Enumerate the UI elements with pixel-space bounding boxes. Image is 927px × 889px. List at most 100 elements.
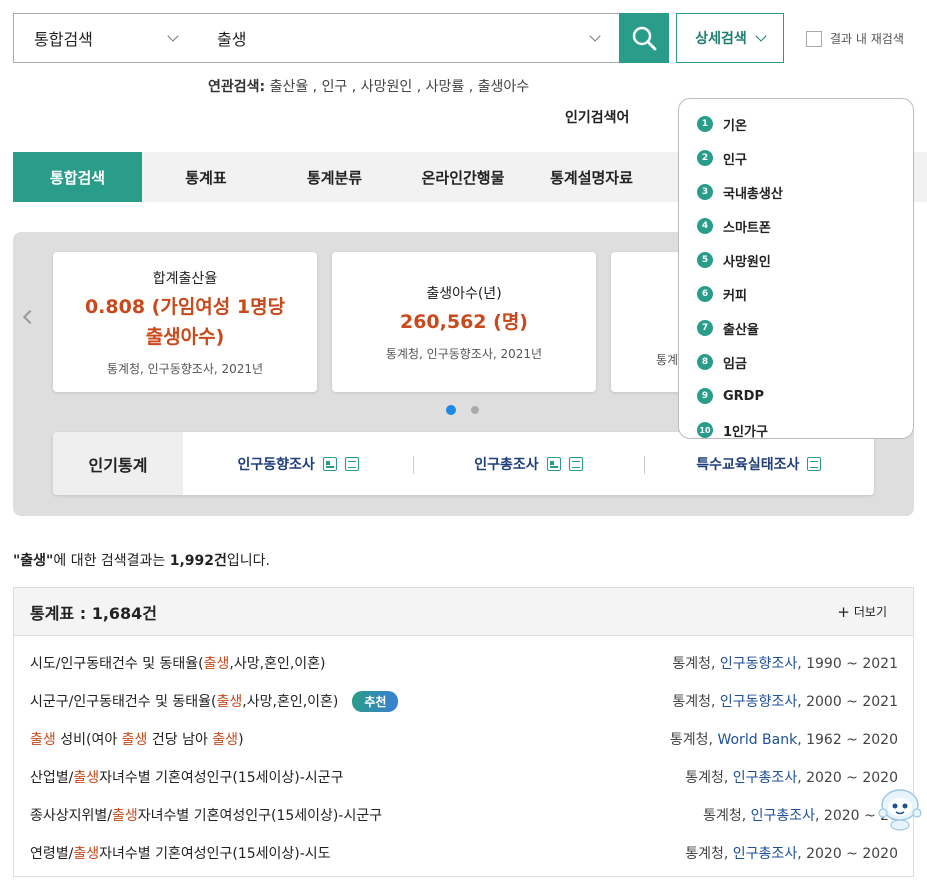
popular-term-label: 스마트폰 — [723, 220, 771, 236]
popular-stat-name[interactable]: 특수교육실태조사 — [696, 454, 799, 474]
rank-badge: 8 — [697, 354, 713, 370]
detail-search-button[interactable]: 상세검색 — [676, 13, 784, 63]
rank-badge: 7 — [697, 320, 713, 336]
related-term[interactable]: 사망원인 — [361, 79, 413, 95]
table-row[interactable]: 출생 성비(여아 출생 건당 남아 출생) 통계청, World Bank, 1… — [30, 728, 898, 750]
tab-integrated[interactable]: 통합검색 — [13, 152, 142, 202]
related-term[interactable]: 인구 — [322, 79, 348, 95]
popular-term[interactable]: 9 GRDP — [697, 379, 895, 413]
more-button[interactable]: + 더보기 — [837, 603, 887, 621]
chevron-down-icon — [589, 29, 601, 42]
tab-online-publications[interactable]: 온라인간행물 — [399, 152, 527, 202]
popular-term[interactable]: 7 출산율 — [697, 311, 895, 345]
search-button[interactable] — [619, 13, 669, 63]
related-term[interactable]: 출생아수 — [478, 79, 530, 95]
stat-card[interactable]: 합계출산율 0.808 (가임여성 1명당 출생아수) 통계청, 인구동향조사,… — [53, 252, 317, 392]
row-source: 통계청, 인구총조사, 2020 ~ 20 — [703, 808, 898, 824]
popular-stat-name[interactable]: 인구동향조사 — [238, 454, 315, 474]
row-source: 통계청, 인구총조사, 2020 ~ 2020 — [685, 846, 898, 862]
chatbot-mascot-icon[interactable] — [875, 783, 925, 831]
recommend-badge: 추천 — [352, 690, 399, 712]
tab-stat-tables[interactable]: 통계표 — [142, 152, 270, 202]
stat-card-source: 통계 — [656, 352, 679, 367]
popular-stat-item[interactable]: 특수교육실태조사 — [643, 454, 874, 474]
popular-term[interactable]: 4 스마트폰 — [697, 209, 895, 243]
chevron-left-icon[interactable] — [22, 309, 38, 325]
table-row[interactable]: 연령별/출생자녀수별 기혼여성인구(15세이상)-시도 통계청, 인구총조사, … — [30, 842, 898, 864]
document-icon[interactable] — [344, 456, 359, 471]
popular-stats-label: 인기통계 — [53, 432, 183, 495]
row-source: 통계청, 인구총조사, 2020 ~ 2020 — [685, 770, 898, 786]
row-title[interactable]: 산업별/출생자녀수별 기혼여성인구(15세이상)-시군구 — [30, 767, 343, 787]
survey-link[interactable]: 인구총조사 — [733, 846, 797, 862]
summary-text: 입니다. — [226, 553, 271, 569]
search-input-value: 출생 — [217, 30, 247, 49]
stat-card-value: 0.808 (가임여성 1명당 출생아수) — [84, 295, 286, 348]
row-title[interactable]: 종사상지위별/출생자녀수별 기혼여성인구(15세이상)-시군구 — [30, 805, 382, 825]
chevron-down-icon — [167, 29, 179, 42]
survey-link[interactable]: 인구동향조사 — [720, 694, 797, 710]
search-input[interactable]: 출생 — [197, 13, 620, 63]
popular-term[interactable]: 2 인구 — [697, 141, 895, 175]
popular-term[interactable]: 8 임금 — [697, 345, 895, 379]
popular-term[interactable]: 1 기온 — [697, 107, 895, 141]
related-term[interactable]: 사망률 — [426, 79, 465, 95]
results-header: 통계표 : 1,684건 — [30, 603, 158, 623]
survey-link[interactable]: 인구총조사 — [751, 808, 815, 824]
table-row[interactable]: 시도/인구동태건수 및 동태율(출생,사망,혼인,이혼) 통계청, 인구동향조사… — [30, 652, 898, 674]
related-label: 연관검색 — [208, 79, 260, 95]
popular-term[interactable]: 6 커피 — [697, 277, 895, 311]
table-row[interactable]: 산업별/출생자녀수별 기혼여성인구(15세이상)-시군구 통계청, 인구총조사,… — [30, 766, 898, 788]
stat-table-results: 통계표 : 1,684건 + 더보기 시도/인구동태건수 및 동태율(출생,사망,… — [13, 587, 914, 877]
row-title[interactable]: 시군구/인구동태건수 및 동태율(출생,사망,혼인,이혼) 추천 — [30, 690, 399, 712]
popular-term-label: 커피 — [723, 288, 747, 304]
detail-search-label: 상세검색 — [695, 31, 747, 47]
recheck-toggle[interactable]: 결과 내 재검색 — [806, 30, 904, 47]
rank-badge: 9 — [697, 388, 713, 404]
plus-icon: + — [837, 602, 850, 621]
popular-stat-item[interactable]: 인구동향조사 — [183, 454, 413, 474]
popular-term-label: 기온 — [723, 118, 747, 134]
survey-link[interactable]: World Bank — [717, 732, 797, 748]
recheck-checkbox[interactable] — [806, 30, 822, 47]
related-term[interactable]: 출산율 — [270, 79, 309, 95]
survey-link[interactable]: 인구동향조사 — [720, 656, 797, 672]
popular-searches-label[interactable]: 인기검색어 — [565, 107, 629, 127]
tab-stat-descriptions[interactable]: 통계설명자료 — [527, 152, 656, 202]
stat-card-title: 출생아수(년) — [426, 285, 502, 302]
popular-term-label: 인구 — [723, 152, 747, 168]
carousel-dot[interactable] — [471, 406, 479, 414]
survey-link[interactable]: 인구총조사 — [733, 770, 797, 786]
stat-card-title: 합계출산율 — [152, 270, 218, 287]
stat-card-source: 통계청, 인구동향조사, 2021년 — [385, 346, 543, 361]
popular-term[interactable]: 3 국내총생산 — [697, 175, 895, 209]
search-scope-select[interactable]: 통합검색 — [13, 13, 198, 63]
stat-card[interactable]: 출생아수(년) 260,562 (명) 통계청, 인구동향조사, 2021년 — [332, 252, 596, 392]
rank-badge: 1 — [697, 116, 713, 132]
popular-stat-name[interactable]: 인구총조사 — [474, 454, 538, 474]
document-icon[interactable] — [807, 456, 822, 471]
tab-stat-classification[interactable]: 통계분류 — [270, 152, 399, 202]
rank-badge: 3 — [697, 184, 713, 200]
carousel-dot-active[interactable] — [446, 405, 456, 415]
summary-query: "출생" — [13, 553, 54, 569]
chevron-down-icon — [755, 29, 767, 42]
search-icon — [632, 26, 657, 51]
summary-count: 1,992건 — [169, 553, 227, 569]
rank-badge: 2 — [697, 150, 713, 166]
more-label: 더보기 — [853, 605, 887, 619]
table-row[interactable]: 종사상지위별/출생자녀수별 기혼여성인구(15세이상)-시군구 통계청, 인구총… — [30, 804, 898, 826]
row-title[interactable]: 출생 성비(여아 출생 건당 남아 출생) — [30, 729, 244, 749]
row-title[interactable]: 연령별/출생자녀수별 기혼여성인구(15세이상)-시도 — [30, 843, 331, 863]
popular-term-label: 국내총생산 — [723, 186, 783, 202]
popular-search-dropdown: 1 기온 2 인구 3 국내총생산 4 스마트폰 5 사망원인 6 커피 7 출산율 8 임금 … — [678, 98, 914, 440]
stat-table-icon[interactable] — [322, 456, 337, 471]
rank-badge: 6 — [697, 286, 713, 302]
stat-table-icon[interactable] — [546, 456, 561, 471]
popular-stat-item[interactable]: 인구총조사 — [413, 454, 643, 474]
popular-term[interactable]: 10 1인가구 — [697, 413, 895, 447]
document-icon[interactable] — [568, 456, 583, 471]
row-title[interactable]: 시도/인구동태건수 및 동태율(출생,사망,혼인,이혼) — [30, 653, 326, 673]
table-row[interactable]: 시군구/인구동태건수 및 동태율(출생,사망,혼인,이혼) 추천 통계청, 인구동… — [30, 690, 898, 712]
popular-term[interactable]: 5 사망원인 — [697, 243, 895, 277]
